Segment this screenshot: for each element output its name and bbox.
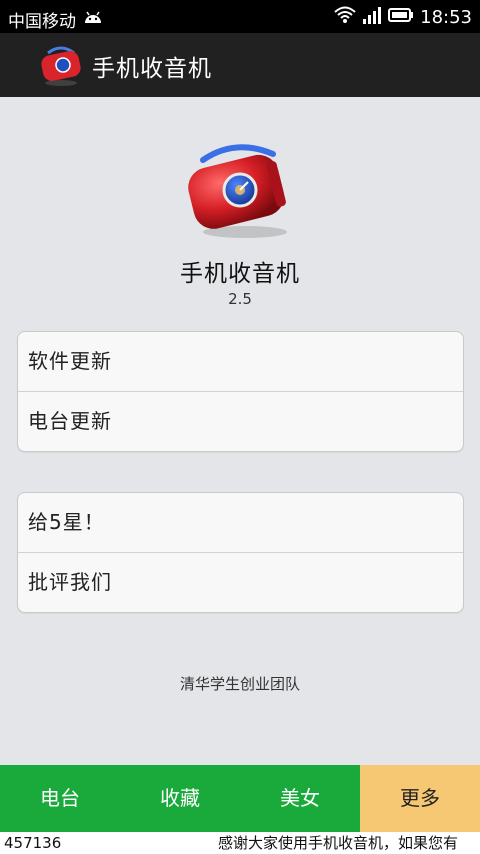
tab-beauties[interactable]: 美女 [240,765,360,832]
status-bar: 中国移动 18:53 [0,0,480,33]
update-menu: 软件更新 电台更新 [17,331,464,452]
wifi-icon [334,6,356,29]
tab-more[interactable]: 更多 [360,765,480,832]
ticker-message: 感谢大家使用手机收音机，如果您有 [218,834,459,852]
team-credit: 清华学生创业团队 [179,675,300,693]
action-bar: 手机收音机 [0,33,480,97]
clock: 18:53 [420,7,472,28]
tab-stations[interactable]: 电台 [0,765,120,832]
app-version: 2.5 [228,290,252,308]
bottom-tab-bar: 电台 收藏 美女 更多 [0,765,480,832]
ticker-counter: 457136 [4,834,62,852]
battery-icon [388,7,414,28]
carrier-label: 中国移动 [8,12,76,32]
news-ticker: 457136 感谢大家使用手机收音机，如果您有 [0,832,480,854]
tab-favorites[interactable]: 收藏 [120,765,240,832]
app-name: 手机收音机 [180,261,300,287]
feedback-menu: 给5星！ 批评我们 [17,492,464,613]
action-bar-title: 手机收音机 [92,56,212,82]
radio-icon[interactable] [38,43,84,87]
criticize-us-item[interactable]: 批评我们 [18,552,463,612]
rate-five-stars-item[interactable]: 给5星！ [18,493,463,552]
android-icon [82,9,104,30]
software-update-item[interactable]: 软件更新 [18,332,463,391]
station-update-item[interactable]: 电台更新 [18,391,463,451]
signal-icon [362,6,382,29]
app-logo-radio-icon [185,140,295,240]
